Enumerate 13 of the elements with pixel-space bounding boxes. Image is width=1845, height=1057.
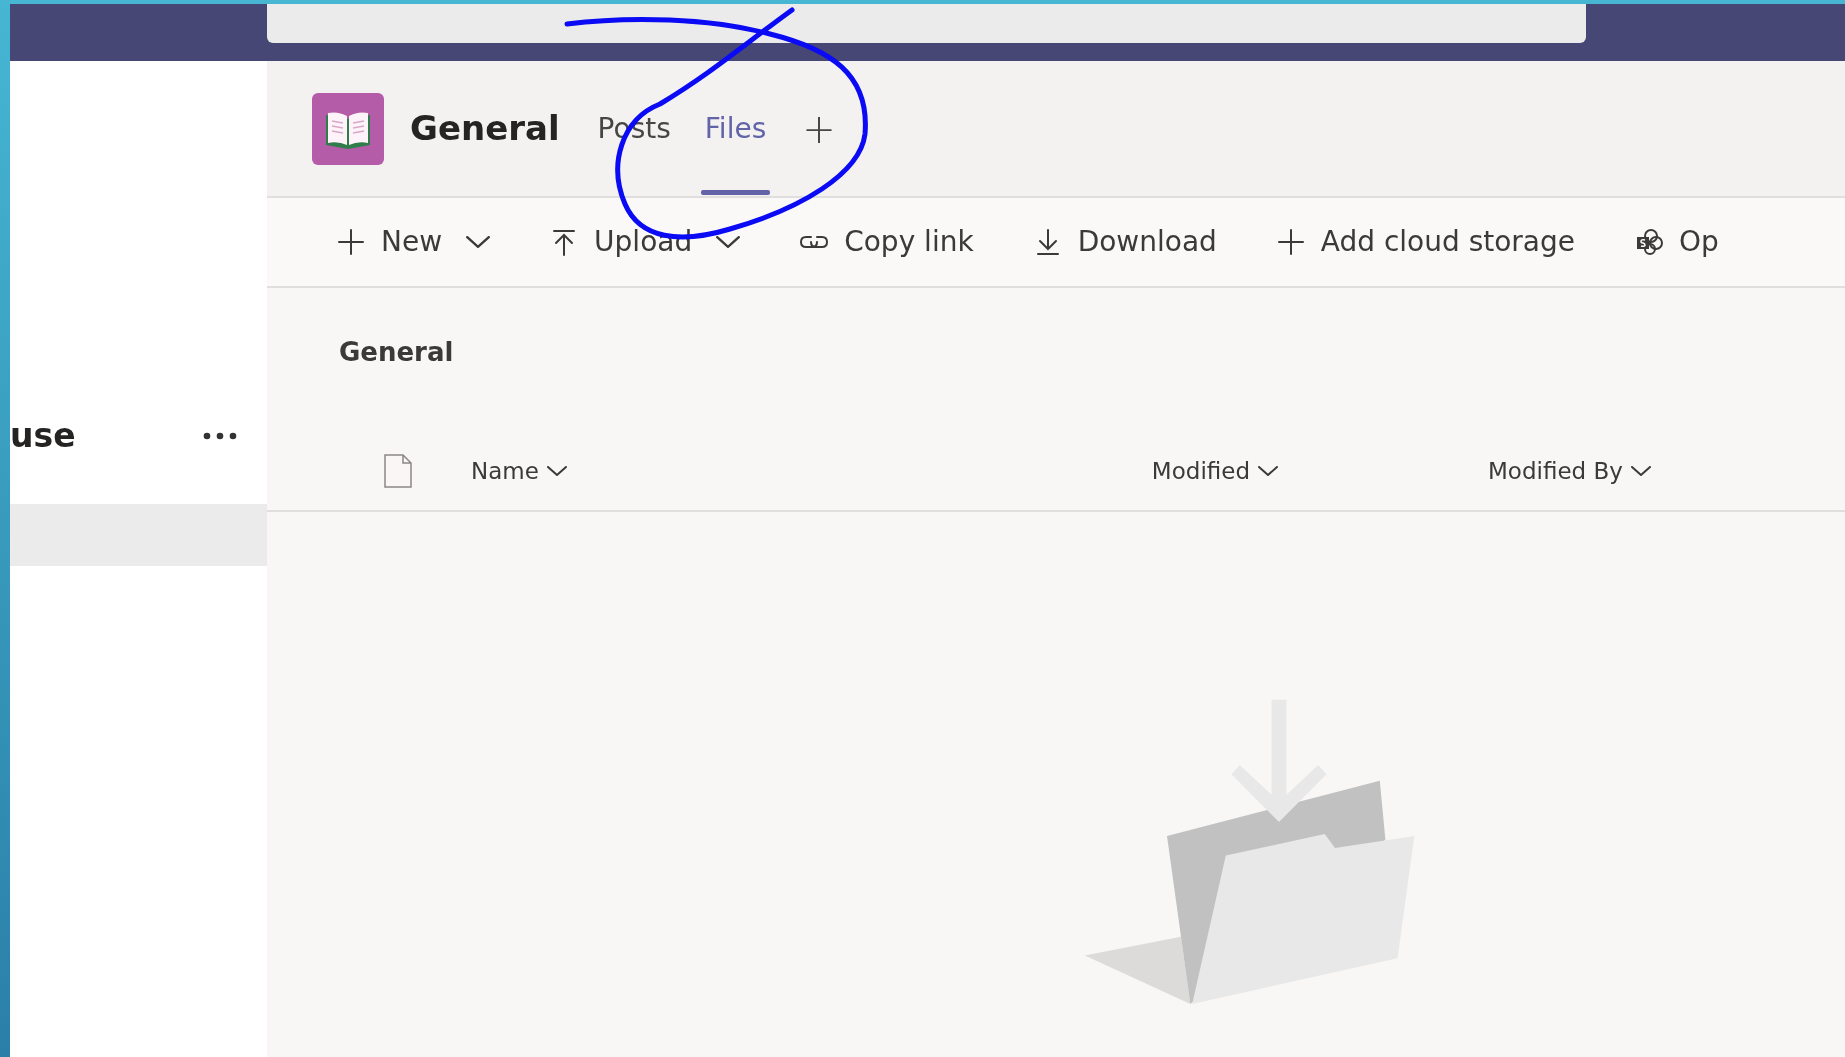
toolbar-button[interactable]: Op [1635,221,1719,263]
toolbar-button[interactable]: Download [1033,221,1217,263]
add-tab-button[interactable]: + [796,98,842,159]
breadcrumb: General [339,337,454,367]
toolbar-button[interactable]: New [337,221,491,263]
column-header[interactable]: Modified [1151,453,1278,489]
toolbar-button[interactable]: Add cloud storage [1276,221,1576,263]
column-header[interactable]: Name [471,453,567,489]
team-name: use [10,415,76,458]
column-header[interactable]: Modified By [1488,453,1651,489]
channel-tab[interactable]: Files [700,60,771,197]
toolbar-button[interactable]: Copy link [800,221,974,263]
channel-name: General [410,107,560,150]
